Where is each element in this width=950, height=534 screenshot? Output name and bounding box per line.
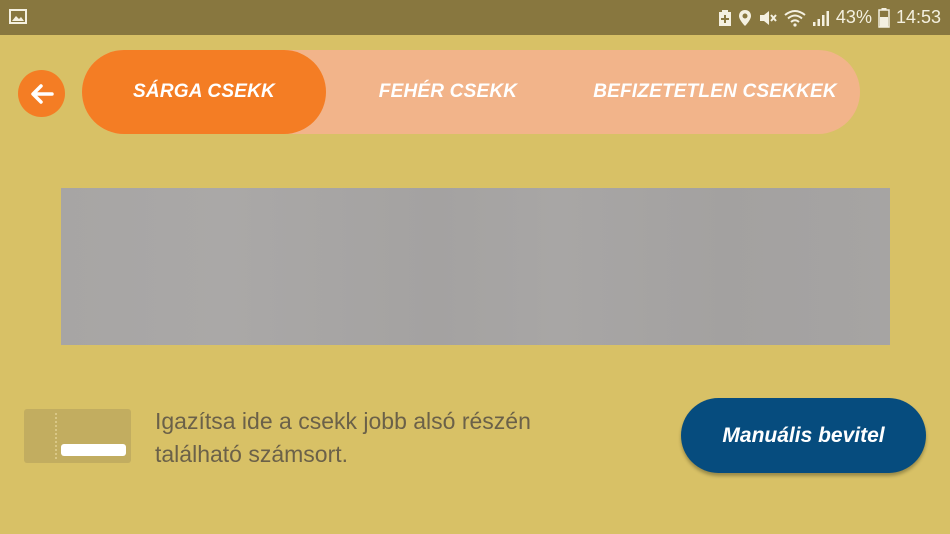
status-bar: 43% 14:53 bbox=[0, 0, 950, 35]
battery-saver-icon bbox=[718, 9, 731, 26]
image-icon bbox=[9, 9, 27, 24]
battery-percent: 43% bbox=[835, 7, 872, 27]
cheque-number-strip bbox=[61, 444, 126, 456]
cheque-icon bbox=[24, 409, 131, 463]
signal-icon bbox=[812, 10, 829, 26]
tab-label: BEFIZETETLEN CSEKKEK bbox=[593, 81, 837, 102]
alignment-hint: Igazítsa ide a csekk jobb alsó részén ta… bbox=[155, 405, 585, 471]
hint-line-2: található számsort. bbox=[155, 441, 349, 467]
manual-entry-button[interactable]: Manuális bevitel bbox=[681, 398, 926, 473]
wifi-icon bbox=[784, 9, 806, 27]
manual-entry-label: Manuális bevitel bbox=[722, 423, 885, 447]
tab-feher-csekk[interactable]: FEHÉR CSEKK bbox=[326, 50, 570, 134]
hint-line-1: Igazítsa ide a csekk jobb alsó részén bbox=[155, 408, 531, 434]
cheque-type-tabs: SÁRGA CSEKK FEHÉR CSEKK BEFIZETETLEN CSE… bbox=[82, 50, 860, 134]
back-button[interactable] bbox=[18, 70, 65, 117]
arrow-left-icon bbox=[30, 83, 54, 104]
tab-label: FEHÉR CSEKK bbox=[378, 81, 518, 102]
cheque-perforation bbox=[55, 413, 57, 459]
battery-icon bbox=[878, 7, 890, 28]
tab-label: SÁRGA CSEKK bbox=[133, 81, 275, 102]
clock: 14:53 bbox=[895, 7, 941, 27]
camera-scan-area bbox=[61, 188, 890, 345]
mute-icon bbox=[759, 10, 777, 25]
tab-sarga-csekk[interactable]: SÁRGA CSEKK bbox=[82, 50, 326, 134]
tab-befizetetlen-csekkek[interactable]: BEFIZETETLEN CSEKKEK bbox=[570, 50, 860, 134]
location-icon bbox=[738, 9, 751, 26]
